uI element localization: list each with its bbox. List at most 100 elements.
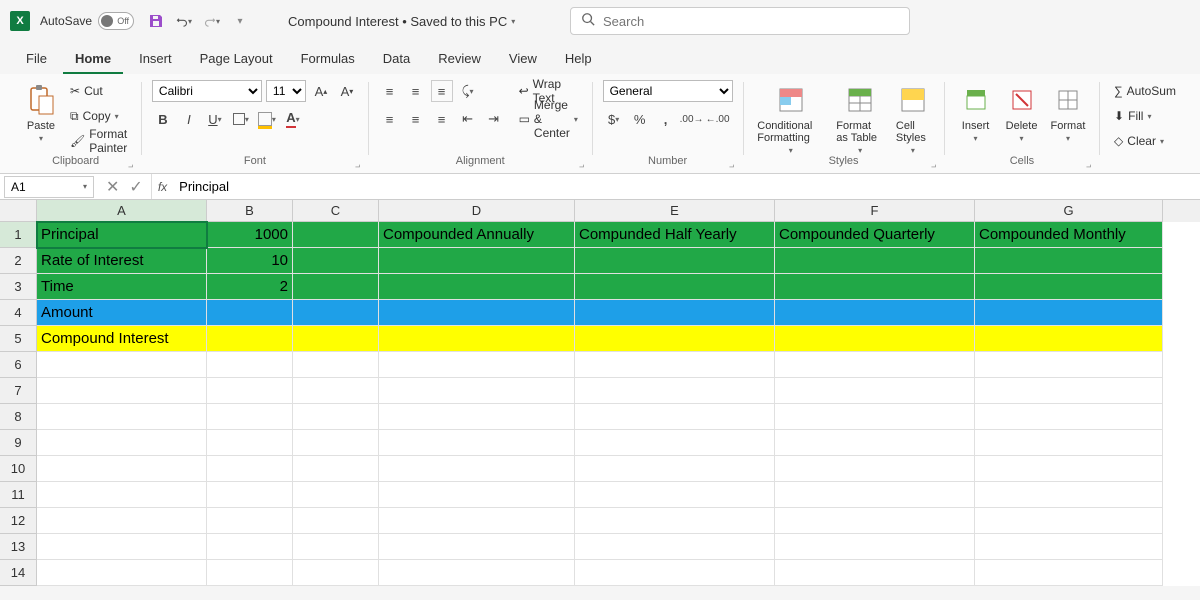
enter-formula-icon[interactable]: ✓ [125,177,146,197]
cell-C9[interactable] [293,430,379,456]
cell-A12[interactable] [37,508,207,534]
cell-B12[interactable] [207,508,293,534]
cell-C13[interactable] [293,534,379,560]
qat-customize-icon[interactable]: ▾ [232,13,248,29]
cell-D5[interactable] [379,326,575,352]
copy-button[interactable]: ⧉Copy▾ [66,105,131,127]
toggle-switch[interactable]: Off [98,12,134,30]
cell-D7[interactable] [379,378,575,404]
cell-B10[interactable] [207,456,293,482]
cell-G3[interactable] [975,274,1163,300]
cell-B4[interactable] [207,300,293,326]
align-right-icon[interactable]: ≡ [431,108,453,130]
cell-F7[interactable] [775,378,975,404]
cell-C2[interactable] [293,248,379,274]
cell-G13[interactable] [975,534,1163,560]
tab-page-layout[interactable]: Page Layout [188,45,285,74]
save-icon[interactable] [148,13,164,29]
insert-cells-button[interactable]: Insert▾ [955,80,997,145]
cell-E3[interactable] [575,274,775,300]
cell-B2[interactable]: 10 [207,248,293,274]
align-top-icon[interactable]: ≡ [379,80,401,102]
cell-D6[interactable] [379,352,575,378]
undo-icon[interactable]: ▾ [176,13,192,29]
bold-button[interactable]: B [152,108,174,130]
cell-B6[interactable] [207,352,293,378]
cell-G11[interactable] [975,482,1163,508]
tab-data[interactable]: Data [371,45,422,74]
cell-A14[interactable] [37,560,207,586]
percent-format-icon[interactable]: % [629,108,651,130]
cell-B1[interactable]: 1000 [207,222,293,248]
cell-C8[interactable] [293,404,379,430]
row-header-5[interactable]: 5 [0,326,37,352]
cell-A5[interactable]: Compound Interest [37,326,207,352]
fill-button[interactable]: ⬇Fill▾ [1110,105,1155,127]
format-as-table-button[interactable]: Format as Table▾ [832,80,888,157]
cell-G6[interactable] [975,352,1163,378]
search-box[interactable] [570,7,910,35]
cell-G7[interactable] [975,378,1163,404]
col-header-A[interactable]: A [37,200,207,222]
align-middle-icon[interactable]: ≡ [405,80,427,102]
cell-C14[interactable] [293,560,379,586]
row-header-11[interactable]: 11 [0,482,37,508]
cell-A2[interactable]: Rate of Interest [37,248,207,274]
cell-B9[interactable] [207,430,293,456]
cell-C5[interactable] [293,326,379,352]
tab-file[interactable]: File [14,45,59,74]
cell-D14[interactable] [379,560,575,586]
cell-B7[interactable] [207,378,293,404]
cell-F9[interactable] [775,430,975,456]
cell-C7[interactable] [293,378,379,404]
delete-cells-button[interactable]: Delete▾ [1001,80,1043,145]
row-header-13[interactable]: 13 [0,534,37,560]
row-header-3[interactable]: 3 [0,274,37,300]
cell-B8[interactable] [207,404,293,430]
cell-A4[interactable]: Amount [37,300,207,326]
cell-B13[interactable] [207,534,293,560]
cell-D1[interactable]: Compounded Annually [379,222,575,248]
row-header-9[interactable]: 9 [0,430,37,456]
cell-G5[interactable] [975,326,1163,352]
cell-G9[interactable] [975,430,1163,456]
align-left-icon[interactable]: ≡ [379,108,401,130]
cell-F1[interactable]: Compounded Quarterly [775,222,975,248]
col-header-C[interactable]: C [293,200,379,222]
tab-insert[interactable]: Insert [127,45,184,74]
cell-E4[interactable] [575,300,775,326]
cell-E2[interactable] [575,248,775,274]
tab-help[interactable]: Help [553,45,604,74]
clear-button[interactable]: ◇Clear▾ [1110,130,1168,152]
cell-G12[interactable] [975,508,1163,534]
row-header-2[interactable]: 2 [0,248,37,274]
cell-A13[interactable] [37,534,207,560]
document-title[interactable]: Compound Interest • Saved to this PC▾ [288,14,515,29]
decrease-indent-icon[interactable]: ⇤ [457,108,479,130]
cell-D2[interactable] [379,248,575,274]
redo-icon[interactable]: ▾ [204,13,220,29]
col-header-F[interactable]: F [775,200,975,222]
accounting-format-icon[interactable]: $▾ [603,108,625,130]
cell-F6[interactable] [775,352,975,378]
cell-E9[interactable] [575,430,775,456]
cell-F4[interactable] [775,300,975,326]
row-header-12[interactable]: 12 [0,508,37,534]
cell-F8[interactable] [775,404,975,430]
cell-F11[interactable] [775,482,975,508]
col-header-B[interactable]: B [207,200,293,222]
cell-A1[interactable]: Principal [37,222,207,248]
col-header-G[interactable]: G [975,200,1163,222]
cell-A9[interactable] [37,430,207,456]
cell-F2[interactable] [775,248,975,274]
cell-B14[interactable] [207,560,293,586]
cell-G1[interactable]: Compounded Monthly [975,222,1163,248]
cell-E1[interactable]: Compunded Half Yearly [575,222,775,248]
cell-E7[interactable] [575,378,775,404]
col-header-E[interactable]: E [575,200,775,222]
decrease-decimal-icon[interactable]: ←.00 [707,108,729,130]
tab-review[interactable]: Review [426,45,493,74]
cell-styles-button[interactable]: Cell Styles▾ [892,80,934,157]
cell-F12[interactable] [775,508,975,534]
format-cells-button[interactable]: Format▾ [1047,80,1090,145]
